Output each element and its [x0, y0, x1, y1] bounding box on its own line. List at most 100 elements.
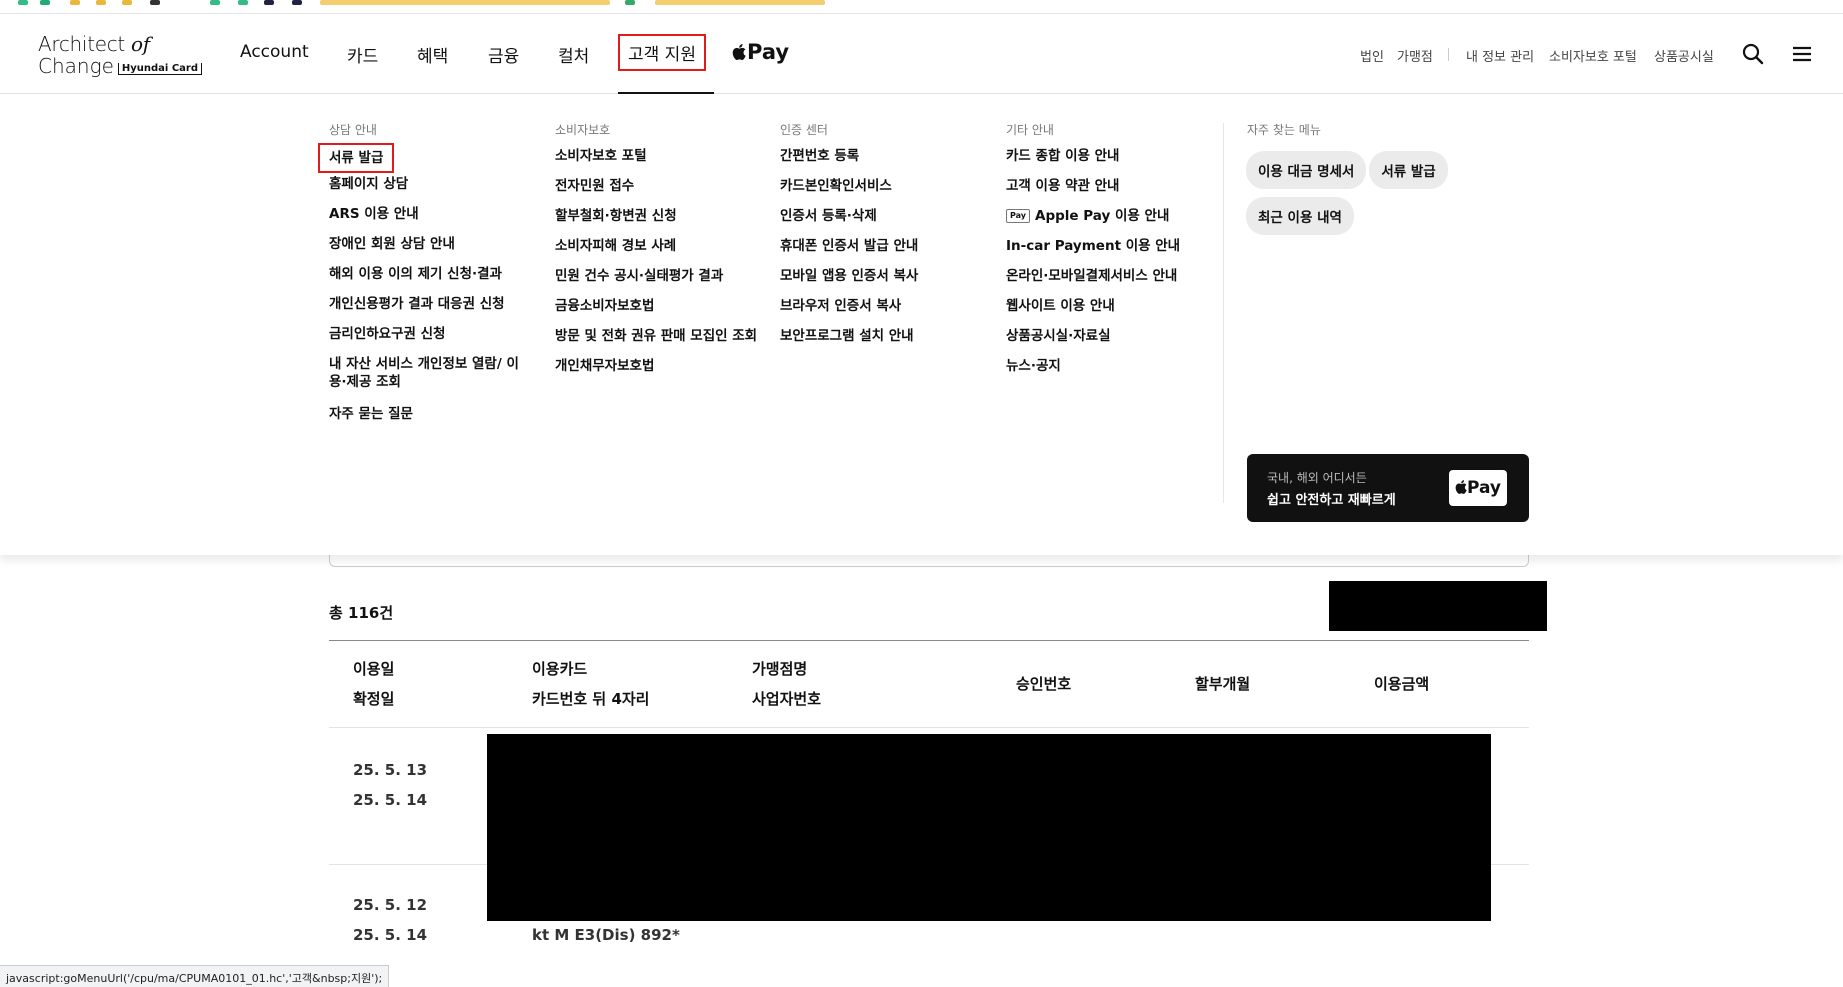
- menu-item[interactable]: 전자민원 접수: [555, 177, 757, 207]
- menu-item[interactable]: 보안프로그램 설치 안내: [780, 327, 918, 357]
- bookmark-icon[interactable]: [122, 0, 132, 5]
- apple-pay-banner[interactable]: 국내, 해외 어디서든 쉽고 안전하고 재빠르게 Pay: [1247, 454, 1529, 522]
- row2-used-date: 25. 5. 12: [353, 896, 428, 914]
- bookmark-icon[interactable]: [264, 0, 274, 5]
- logo-text-1: Architect: [38, 32, 125, 56]
- th-confirm-date: 확정일: [353, 690, 395, 708]
- filter-box: [329, 555, 1529, 567]
- menu-item[interactable]: 개인채무자보호법: [555, 357, 757, 387]
- menu-item[interactable]: 상품공시실·자료실: [1006, 327, 1180, 357]
- menu-item[interactable]: 개인신용평가 결과 대응권 신청: [329, 295, 519, 325]
- menu-item[interactable]: 민원 건수 공시·실태평가 결과: [555, 267, 757, 297]
- menu-item[interactable]: 내 자산 서비스 개인정보 열람/ 이용·제공 조회: [329, 355, 519, 405]
- bookmark-folder-row[interactable]: [655, 0, 825, 5]
- active-nav-indicator: [618, 92, 714, 94]
- col-title: 상담 안내: [329, 123, 377, 137]
- logo-text-italic: of: [131, 32, 150, 56]
- nav-card[interactable]: 카드: [347, 42, 378, 67]
- menu-item[interactable]: 홈페이지 상담: [329, 175, 519, 205]
- menu-item[interactable]: 웹사이트 이용 안내: [1006, 297, 1180, 327]
- menu-divider: [1223, 123, 1224, 503]
- menu-item[interactable]: In-car Payment 이용 안내: [1006, 237, 1180, 267]
- util-separator: [1448, 48, 1449, 61]
- bookmark-folder-row[interactable]: [320, 0, 610, 5]
- th-merchant: 가맹점명: [752, 660, 808, 678]
- menu-item[interactable]: 금리인하요구권 신청: [329, 325, 519, 355]
- menu-item[interactable]: 금융소비자보호법: [555, 297, 757, 327]
- menu-item[interactable]: 인증서 등록·삭제: [780, 207, 918, 237]
- menu-item[interactable]: 온라인·모바일결제서비스 안내: [1006, 267, 1180, 297]
- search-icon[interactable]: [1741, 42, 1765, 66]
- th-business-no: 사업자번호: [752, 690, 822, 708]
- th-approval-no: 승인번호: [1016, 675, 1072, 693]
- util-disclosure[interactable]: 상품공시실: [1654, 46, 1714, 65]
- col-title: 자주 찾는 메뉴: [1247, 123, 1321, 137]
- chip-document-issue[interactable]: 서류 발급: [1369, 151, 1448, 189]
- util-corporate[interactable]: 법인: [1360, 46, 1384, 65]
- bookmark-icon[interactable]: [96, 0, 106, 5]
- menu-item-document-issue[interactable]: 서류 발급: [318, 143, 395, 173]
- mega-menu: 상담 안내 서류 발급 홈페이지 상담 ARS 이용 안내 장애인 회원 상담 …: [0, 95, 1843, 555]
- bookmark-icon[interactable]: [70, 0, 80, 5]
- apple-icon: [732, 41, 746, 60]
- row1-confirm-date: 25. 5. 14: [353, 791, 428, 809]
- chip-recent-usage[interactable]: 최근 이용 내역: [1246, 197, 1354, 235]
- bookmark-icon[interactable]: [210, 0, 220, 5]
- th-card-last4: 카드번호 뒤 4자리: [532, 690, 650, 708]
- site-logo[interactable]: Architect of Change Hyundai Card: [38, 32, 203, 78]
- menu-item-apple-pay-guide[interactable]: Pay Apple Pay 이용 안내: [1006, 207, 1180, 237]
- menu-item[interactable]: 장애인 회원 상담 안내: [329, 235, 519, 265]
- util-my-info[interactable]: 내 정보 관리: [1466, 46, 1534, 65]
- table-border: [329, 640, 1529, 641]
- menu-item[interactable]: 브라우저 인증서 복사: [780, 297, 918, 327]
- nav-benefit[interactable]: 혜택: [417, 42, 448, 67]
- menu-col-consumer-protection: 소비자보호 소비자보호 포털 전자민원 접수 할부철회·항변권 신청 소비자피해…: [555, 121, 757, 387]
- util-merchant[interactable]: 가맹점: [1397, 46, 1433, 65]
- menu-item[interactable]: 모바일 앱용 인증서 복사: [780, 267, 918, 297]
- menu-item[interactable]: 해외 이용 이의 제기 신청·결과: [329, 265, 519, 295]
- nav-customer-support[interactable]: 고객 지원: [618, 34, 706, 71]
- menu-col-frequent: 자주 찾는 메뉴: [1247, 121, 1321, 147]
- logo-brand: Hyundai Card: [117, 63, 203, 75]
- usage-history-content: 총 116건 이용일 확정일 이용카드 카드번호 뒤 4자리 가맹점명 사업자번…: [0, 555, 1843, 987]
- util-consumer-portal[interactable]: 소비자보호 포털: [1549, 46, 1637, 65]
- nav-account[interactable]: Account: [240, 42, 309, 62]
- bookmark-bar: [0, 0, 1843, 14]
- menu-item[interactable]: 할부철회·항변권 신청: [555, 207, 757, 237]
- menu-item[interactable]: ARS 이용 안내: [329, 205, 519, 235]
- menu-item[interactable]: 카드 종합 이용 안내: [1006, 147, 1180, 177]
- col-title: 기타 안내: [1006, 123, 1054, 137]
- site-header: Architect of Change Hyundai Card Account …: [0, 14, 1843, 94]
- menu-item-label: Apple Pay 이용 안내: [1035, 208, 1170, 224]
- menu-item[interactable]: 간편번호 등록: [780, 147, 918, 177]
- menu-item[interactable]: 소비자보호 포털: [555, 147, 757, 177]
- menu-item[interactable]: 고객 이용 약관 안내: [1006, 177, 1180, 207]
- bookmark-icon[interactable]: [625, 0, 635, 5]
- menu-item[interactable]: 뉴스·공지: [1006, 357, 1180, 387]
- browser-status-bar: javascript:goMenuUrl('/cpu/ma/CPUMA0101_…: [0, 965, 390, 987]
- menu-item[interactable]: 방문 및 전화 권유 판매 모집인 조회: [555, 327, 757, 357]
- apple-pay-label: Pay: [747, 40, 790, 64]
- col-title: 인증 센터: [780, 123, 828, 137]
- menu-col-consultation: 상담 안내 서류 발급 홈페이지 상담 ARS 이용 안내 장애인 회원 상담 …: [318, 121, 519, 435]
- bookmark-icon[interactable]: [292, 0, 302, 5]
- col-title: 소비자보호: [555, 123, 611, 137]
- redacted-block: [1329, 581, 1547, 631]
- menu-item[interactable]: 카드본인확인서비스: [780, 177, 918, 207]
- menu-item[interactable]: 소비자피해 경보 사례: [555, 237, 757, 267]
- banner-line2: 쉽고 안전하고 재빠르게: [1267, 493, 1396, 508]
- nav-apple-pay[interactable]: Pay: [732, 40, 789, 64]
- menu-item[interactable]: 휴대폰 인증서 발급 안내: [780, 237, 918, 267]
- menu-item-faq[interactable]: 자주 묻는 질문: [329, 405, 519, 435]
- menu-icon[interactable]: [1790, 42, 1814, 66]
- bookmark-icon[interactable]: [18, 0, 28, 5]
- bookmark-icon[interactable]: [238, 0, 248, 5]
- chip-statement[interactable]: 이용 대금 명세서: [1246, 151, 1367, 189]
- row1-used-date: 25. 5. 13: [353, 761, 428, 779]
- banner-line1: 국내, 해외 어디서든: [1267, 471, 1367, 485]
- nav-culture[interactable]: 컬처: [558, 42, 589, 67]
- bookmark-icon[interactable]: [150, 0, 160, 5]
- nav-finance[interactable]: 금융: [488, 42, 519, 67]
- apple-icon: [1455, 480, 1467, 494]
- bookmark-icon[interactable]: [40, 0, 50, 5]
